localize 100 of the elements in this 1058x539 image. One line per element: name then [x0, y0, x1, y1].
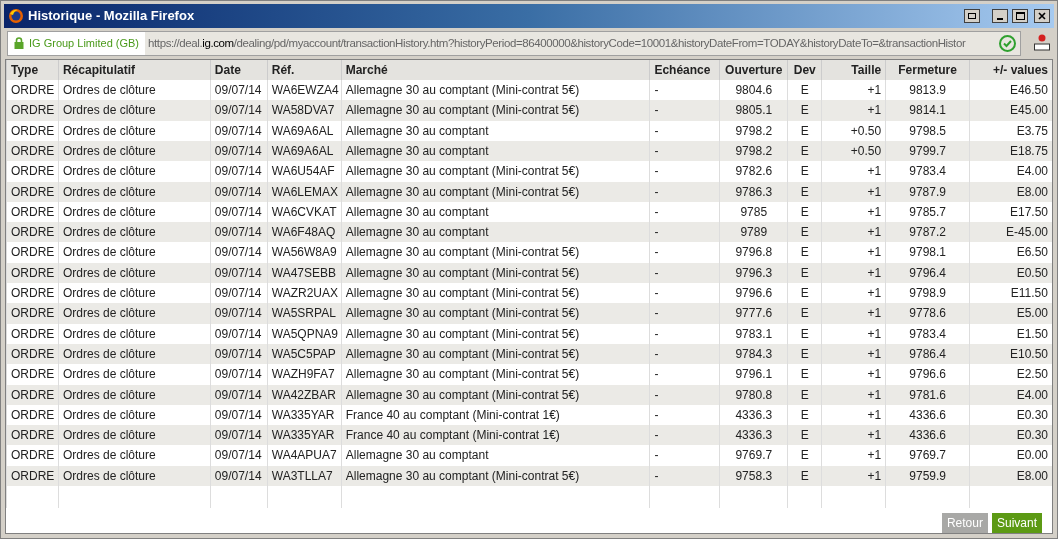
- table-cell: +1: [821, 445, 886, 466]
- table-cell: 9796.1: [719, 364, 788, 385]
- table-cell: +1: [821, 323, 886, 344]
- table-cell: Ordres de clôture: [58, 323, 210, 344]
- table-cell: Allemagne 30 au comptant: [340, 120, 650, 141]
- table-cell: E3.75: [969, 120, 1052, 141]
- table-cell: E: [787, 445, 822, 466]
- table-cell: Ordres de clôture: [58, 364, 210, 385]
- table-cell: Ordres de clôture: [58, 465, 210, 486]
- table-cell: E5.00: [969, 303, 1052, 324]
- table-cell: 9758.3: [719, 465, 788, 486]
- table-cell: 09/07/14: [209, 465, 267, 486]
- table-cell: Ordres de clôture: [58, 242, 210, 263]
- table-cell: 9787.9: [885, 181, 970, 202]
- close-icon: [1038, 11, 1046, 20]
- table-cell: -: [649, 161, 720, 182]
- table-cell: WA5SRPAL: [266, 303, 341, 324]
- table-cell: ORDRE: [6, 465, 58, 486]
- table-cell: E0.00: [969, 445, 1052, 466]
- table-cell: 9780.8: [719, 384, 788, 405]
- table-cell: Allemagne 30 au comptant (Mini-contrat 5€): [340, 242, 650, 263]
- table-cell: 9781.6: [885, 384, 970, 405]
- table-cell: 09/07/14: [209, 303, 267, 324]
- table-cell: ORDRE: [6, 120, 58, 141]
- lock-icon: [14, 37, 24, 50]
- table-cell: E: [787, 465, 822, 486]
- table-cell: 9769.7: [719, 445, 788, 466]
- table-cell: 09/07/14: [209, 100, 267, 121]
- table-cell: 9786.3: [719, 181, 788, 202]
- table-cell: -: [649, 120, 720, 141]
- table-cell: WA6U54AF: [266, 161, 341, 182]
- table-cell: Allemagne 30 au comptant (Mini-contrat 5€): [340, 364, 650, 385]
- table-cell: +1: [821, 303, 886, 324]
- table-cell: 09/07/14: [209, 364, 267, 385]
- identity-badge[interactable]: IG Group Limited (GB): [8, 31, 146, 55]
- table-cell: E: [787, 303, 822, 324]
- minimize-button[interactable]: [992, 8, 1008, 23]
- table-cell: WA5QPNA9: [266, 323, 341, 344]
- table-cell: E4.00: [969, 161, 1052, 182]
- table-cell: Ordres de clôture: [58, 100, 210, 121]
- table-cell: -: [649, 323, 720, 344]
- table-cell: 09/07/14: [209, 323, 267, 344]
- table-cell: E6.50: [969, 242, 1052, 263]
- table-cell: Ordres de clôture: [58, 161, 210, 182]
- table-cell: E45.00: [969, 100, 1052, 121]
- tray-icon[interactable]: [1033, 34, 1051, 53]
- table-cell: ORDRE: [6, 364, 58, 385]
- table-cell: 9796.6: [885, 364, 970, 385]
- table-cell: +1: [821, 181, 886, 202]
- table-cell: E: [787, 100, 822, 121]
- table-cell: 9778.6: [885, 303, 970, 324]
- table-cell: 9782.6: [719, 161, 788, 182]
- table-cell: +1: [821, 161, 886, 182]
- close-button[interactable]: [1034, 8, 1050, 23]
- table-cell: Ordres de clôture: [58, 120, 210, 141]
- table-cell: ORDRE: [6, 242, 58, 263]
- table-cell: E: [787, 364, 822, 385]
- table-cell: Allemagne 30 au comptant (Mini-contrat 5€): [340, 181, 650, 202]
- table-cell: ORDRE: [6, 161, 58, 182]
- table-cell: Allemagne 30 au comptant (Mini-contrat 5€): [340, 100, 650, 121]
- table-cell: -: [649, 445, 720, 466]
- maximize-button[interactable]: [1012, 8, 1028, 23]
- table-cell: 09/07/14: [209, 181, 267, 202]
- table-cell: 9798.1: [885, 242, 970, 263]
- table-cell: 09/07/14: [209, 161, 267, 182]
- table-cell: 9783.4: [885, 161, 970, 182]
- table-cell: -: [649, 181, 720, 202]
- check-icon: [999, 34, 1016, 52]
- table-cell: ORDRE: [6, 100, 58, 121]
- restore-tab-button[interactable]: [964, 8, 980, 23]
- table-cell: ORDRE: [6, 323, 58, 344]
- table-cell: Ordres de clôture: [58, 303, 210, 324]
- table-cell: E1.50: [969, 323, 1052, 344]
- table-cell: Allemagne 30 au comptant (Mini-contrat 5€): [340, 323, 650, 344]
- table-cell: 9777.6: [719, 303, 788, 324]
- table-cell: +1: [821, 465, 886, 486]
- table-cell: 09/07/14: [209, 384, 267, 405]
- table-cell: E2.50: [969, 364, 1052, 385]
- table-cell: E: [787, 323, 822, 344]
- table-cell: Ordres de clôture: [58, 384, 210, 405]
- table-cell: Allemagne 30 au comptant: [340, 445, 650, 466]
- table-cell: 09/07/14: [209, 445, 267, 466]
- table-cell: WA58DVA7: [266, 100, 341, 121]
- table-cell: WA6LEMAX: [266, 181, 341, 202]
- table-cell: 9798.2: [719, 120, 788, 141]
- address-bar[interactable]: IG Group Limited (GB) https://deal.ig.com/dealing/pd/myaccount/transactionHistory.htm?historyPeriod=86400000&historyCode=10001&historyDateFrom=TODAY&historyDateTo=&transactionHistor: [7, 30, 1021, 56]
- table-cell: Ordres de clôture: [58, 181, 210, 202]
- table-cell: E8.00: [969, 465, 1052, 486]
- table-cell: +1: [821, 242, 886, 263]
- table-cell: WA69A6AL: [266, 120, 341, 141]
- table-cell: 9783.1: [719, 323, 788, 344]
- table-cell: E: [787, 181, 822, 202]
- table-cell: -: [649, 384, 720, 405]
- table-cell: 9814.1: [885, 100, 970, 121]
- table-cell: -: [649, 303, 720, 324]
- table-cell: 09/07/14: [209, 242, 267, 263]
- table-cell: -: [649, 100, 720, 121]
- table-cell: E: [787, 384, 822, 405]
- table-cell: +0.50: [821, 120, 886, 141]
- table-cell: -: [649, 465, 720, 486]
